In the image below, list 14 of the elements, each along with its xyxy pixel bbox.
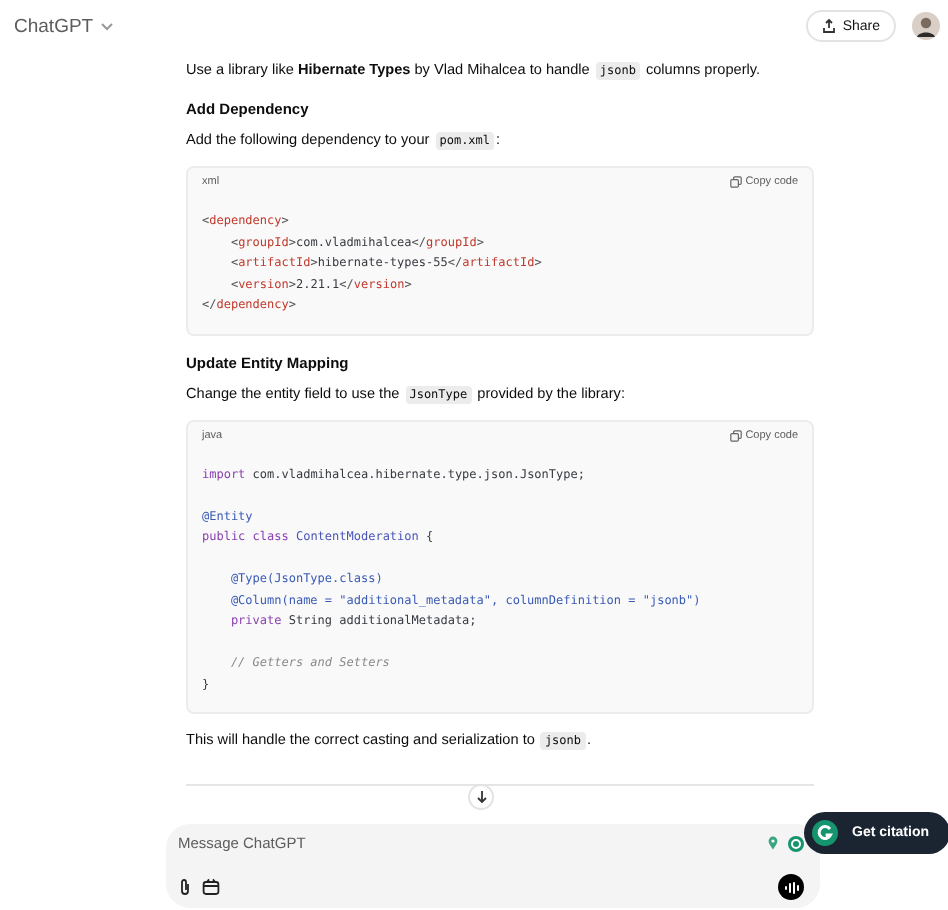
pin-icon[interactable] [768, 836, 778, 850]
grammar-assistant-icon[interactable] [788, 835, 804, 851]
scroll-down-button[interactable] [468, 784, 494, 810]
g-logo-icon [812, 820, 838, 846]
copy-icon [729, 176, 742, 188]
avatar[interactable] [912, 12, 940, 40]
share-icon [822, 18, 837, 34]
paperclip-icon[interactable] [178, 878, 192, 896]
chevron-down-icon[interactable] [99, 21, 114, 31]
copy-icon [729, 429, 742, 441]
voice-button[interactable] [778, 874, 804, 900]
waveform-icon [783, 881, 799, 893]
app-title[interactable]: ChatGPT [14, 15, 94, 37]
arrow-down-icon [475, 790, 487, 804]
